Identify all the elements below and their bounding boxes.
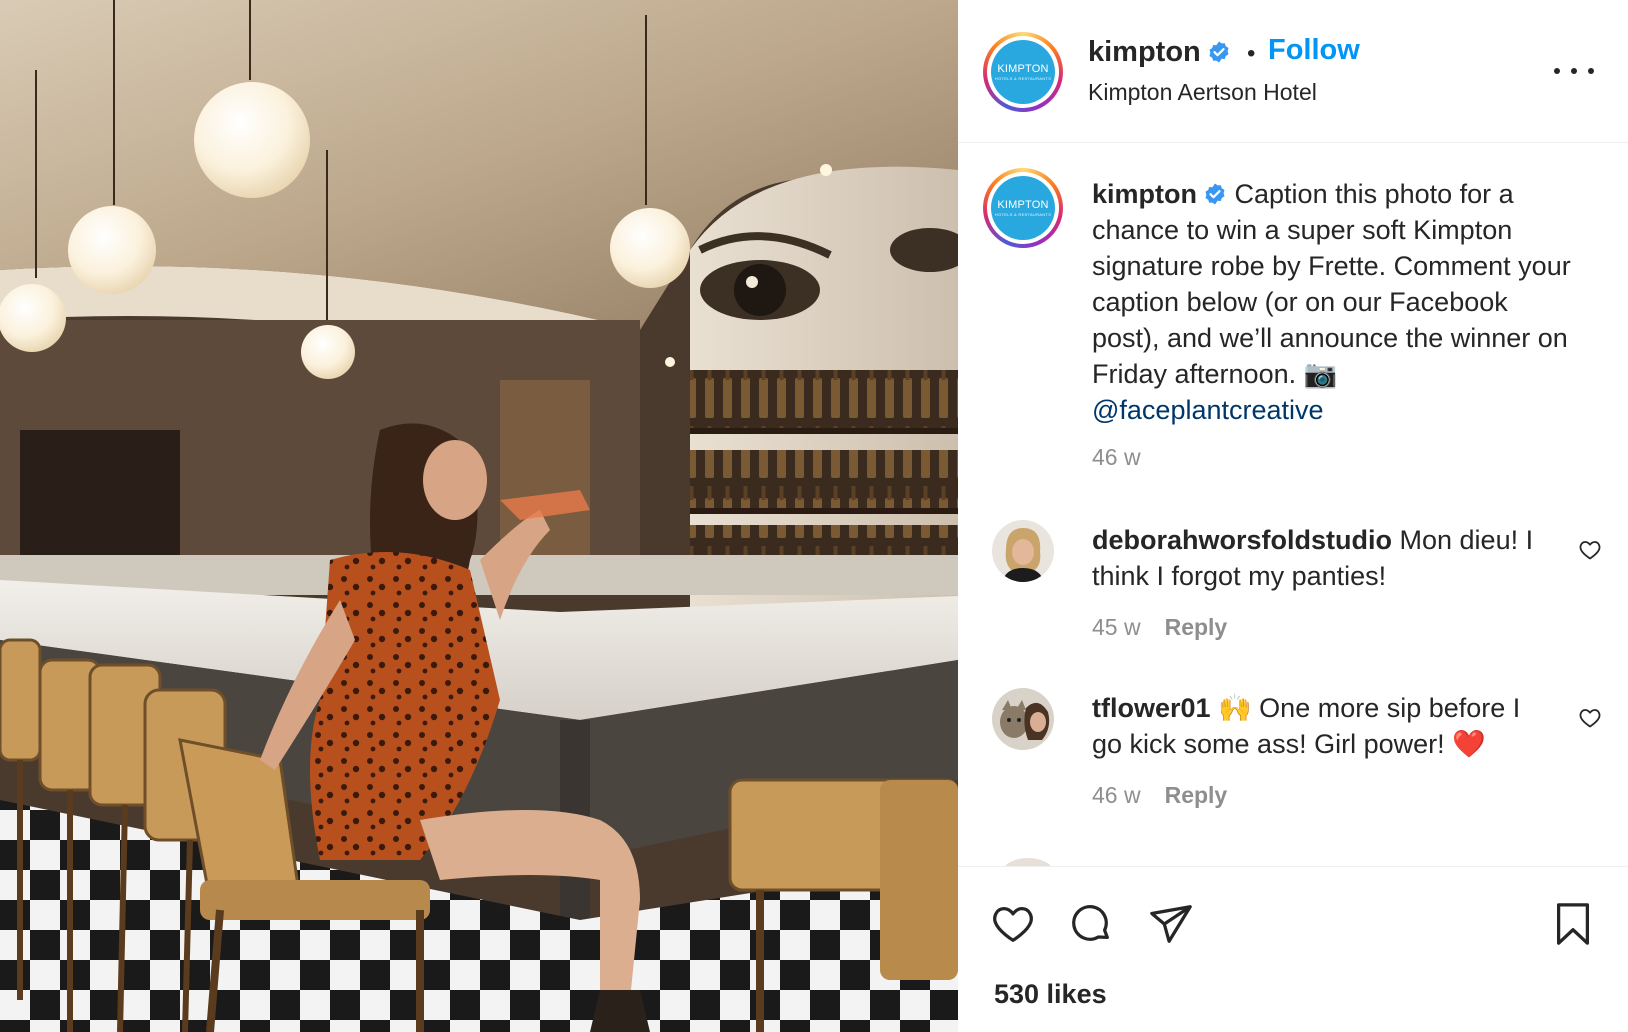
comment-item: tflower01 🙌 One more sip before I go kic… [958,688,1628,848]
verified-badge-icon [1209,41,1229,63]
more-dot [1571,68,1577,74]
header-username-row: kimpton [1088,36,1231,69]
follow-button[interactable]: Follow [1268,34,1360,67]
caption-mention-link[interactable]: @faceplantcreative [1092,395,1324,425]
post-image[interactable] [0,0,958,1032]
comment-username[interactable]: deborahworsfoldstudio [1092,525,1392,555]
comment-username[interactable]: tflower01 [1092,693,1211,723]
caption-avatar[interactable]: KIMPTON HOTELS & RESTAURANTS [983,168,1063,248]
comments-section[interactable]: KIMPTON HOTELS & RESTAURANTS kimpton Cap… [958,144,1628,866]
logo-tagline: HOTELS & RESTAURANTS [994,212,1052,217]
comment-icon[interactable] [1068,901,1114,947]
comment-heart-icon[interactable] [1578,706,1602,730]
logo-brand: KIMPTON [997,199,1049,211]
more-dot [1554,68,1560,74]
caption-text: Caption this photo for a chance to win a… [1092,179,1571,389]
logo-tagline: HOTELS & RESTAURANTS [994,76,1052,81]
caption-username[interactable]: kimpton [1092,179,1197,209]
comment-meta: 45 w Reply [1092,614,1227,641]
more-dot [1588,68,1594,74]
kimpton-logo: KIMPTON HOTELS & RESTAURANTS [991,40,1055,104]
comment-item: deborahworsfoldstudio Mon dieu! I think … [958,520,1628,680]
header-username[interactable]: kimpton [1088,36,1201,68]
reply-button[interactable]: Reply [1165,614,1228,640]
verified-badge-icon [1205,183,1225,205]
comment-meta: 46 w Reply [1092,782,1227,809]
post-header: KIMPTON HOTELS & RESTAURANTS kimpton • F… [958,0,1628,143]
comment-body: deborahworsfoldstudio Mon dieu! I think … [1092,522,1552,594]
share-icon[interactable] [1148,901,1194,947]
comment-timestamp[interactable]: 45 w [1092,614,1141,640]
caption: kimpton Caption this photo for a chance … [1092,176,1572,428]
avatar-story-gap: KIMPTON HOTELS & RESTAURANTS [987,36,1059,108]
bookmark-icon[interactable] [1550,901,1596,947]
commenter-photo [992,688,1054,750]
avatar-story-gap: KIMPTON HOTELS & RESTAURANTS [987,172,1059,244]
next-comment-avatar-peek [1002,858,1054,866]
caption-timestamp[interactable]: 46 w [1092,444,1141,471]
comment-heart-icon[interactable] [1578,538,1602,562]
post-actions: 530 likes [958,866,1628,1032]
reply-button[interactable]: Reply [1165,782,1228,808]
post-location[interactable]: Kimpton Aertson Hotel [1088,79,1317,106]
likes-count[interactable]: 530 likes [994,979,1107,1010]
post-side-panel: KIMPTON HOTELS & RESTAURANTS kimpton • F… [958,0,1628,1032]
heart-icon[interactable] [990,901,1036,947]
comment-timestamp[interactable]: 46 w [1092,782,1141,808]
profile-avatar[interactable]: KIMPTON HOTELS & RESTAURANTS [983,32,1063,112]
bar-scene-illustration [0,0,958,1032]
kimpton-logo: KIMPTON HOTELS & RESTAURANTS [991,176,1055,240]
header-separator: • [1247,40,1256,67]
comment-body: tflower01 🙌 One more sip before I go kic… [1092,690,1552,762]
commenter-avatar[interactable] [992,520,1054,582]
logo-brand: KIMPTON [997,63,1049,75]
commenter-avatar[interactable] [992,688,1054,750]
commenter-photo [992,520,1054,582]
more-options-icon[interactable] [1554,56,1594,86]
